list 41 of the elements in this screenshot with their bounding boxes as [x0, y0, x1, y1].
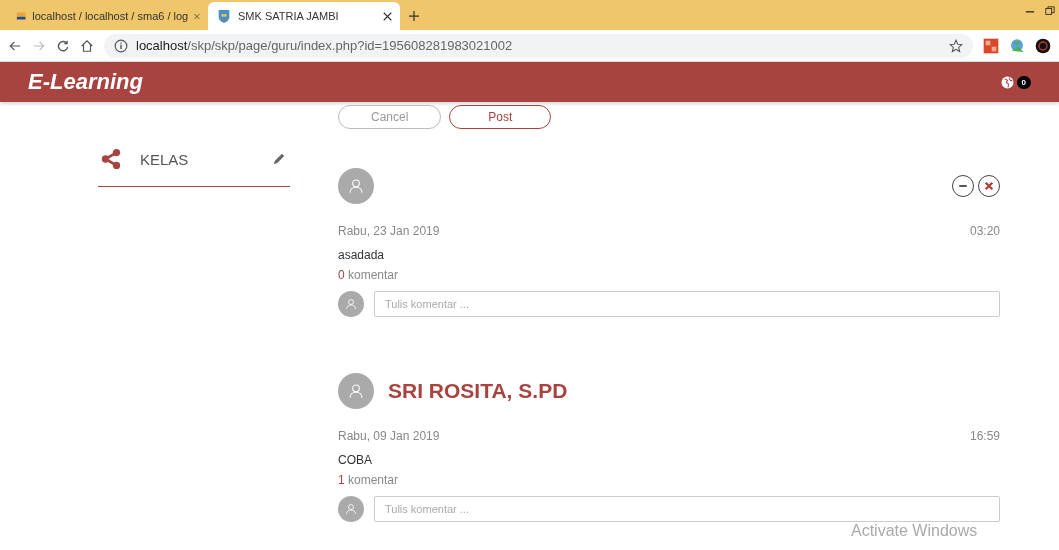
browser-tab[interactable]: localhost / localhost / sma6 / log: [8, 2, 208, 30]
minimize-button[interactable]: [952, 175, 974, 197]
close-button[interactable]: [978, 175, 1000, 197]
plus-icon[interactable]: [408, 10, 420, 22]
star-icon[interactable]: [949, 38, 963, 53]
author-name: SRI ROSITA, S.PD: [388, 379, 568, 403]
globe-icon[interactable]: [1000, 75, 1014, 89]
avatar: [338, 373, 374, 409]
globe-arrow-icon[interactable]: [1009, 37, 1025, 54]
home-icon[interactable]: [80, 38, 94, 53]
comment-count-link[interactable]: 1 komentar: [338, 473, 1000, 487]
share-icon: [100, 148, 122, 170]
post-date: Rabu, 09 Jan 2019: [338, 429, 440, 443]
brand-title[interactable]: E-Learning: [28, 69, 143, 95]
sidebar-item[interactable]: KELAS: [98, 142, 290, 187]
profile-icon[interactable]: [1035, 37, 1051, 54]
restore-icon[interactable]: [1045, 6, 1055, 16]
comment-field[interactable]: Tulis komentar ...: [374, 496, 1000, 522]
comment-field[interactable]: Tulis komentar ...: [374, 291, 1000, 317]
close-icon[interactable]: [383, 11, 392, 21]
post-button[interactable]: Post: [449, 105, 552, 129]
post-date: Rabu, 23 Jan 2019: [338, 224, 440, 238]
activation-notice: Activate Windows: [851, 522, 978, 540]
avatar: [338, 168, 374, 204]
notification-badge: 0: [1016, 75, 1031, 89]
avatar: [338, 291, 364, 317]
comment-count-link[interactable]: 0 komentar: [338, 268, 1000, 282]
post-text: COBA: [338, 453, 373, 467]
info-icon: [114, 38, 128, 53]
pencil-icon[interactable]: [272, 152, 286, 166]
post-time: 03:20: [969, 224, 1000, 238]
reload-icon[interactable]: [56, 38, 70, 53]
post-time: 16:59: [969, 429, 1000, 443]
url-text: localhost/skp/skp/page/guru/index.php?id=195608281983021002: [136, 38, 513, 53]
browser-tab[interactable]: SMK SATRIA JAMBI: [208, 2, 400, 30]
close-icon: [984, 181, 994, 191]
crest-icon: [216, 8, 232, 24]
post-text: asadada: [338, 248, 386, 262]
extension-icon[interactable]: [983, 37, 999, 54]
address-bar[interactable]: localhost/skp/skp/page/guru/index.php?id=195608281983021002: [104, 33, 973, 58]
avatar: [338, 496, 364, 522]
